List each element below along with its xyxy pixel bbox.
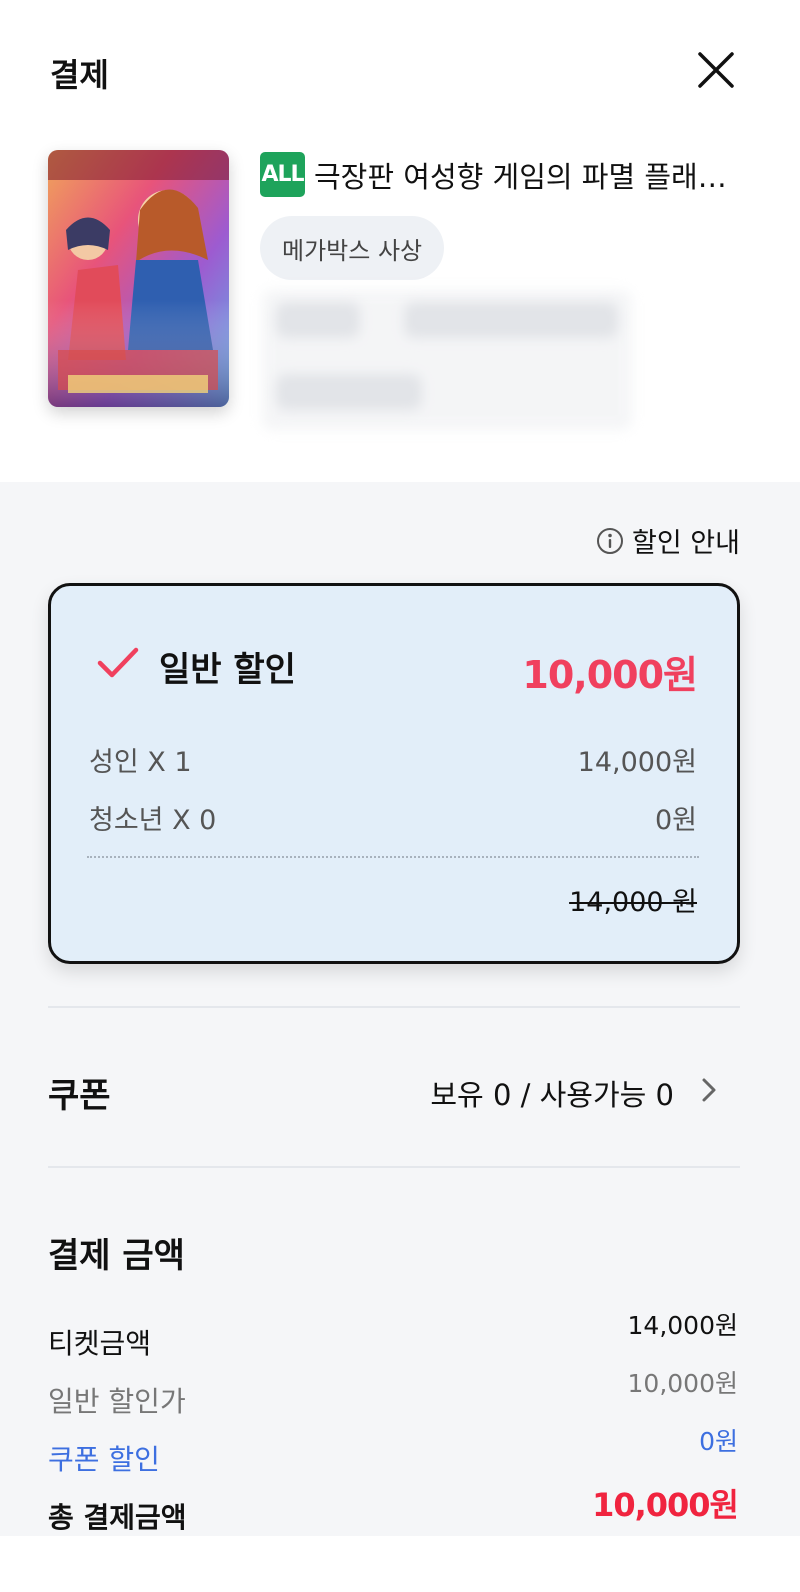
close-button[interactable] bbox=[694, 48, 738, 92]
discount-price: 10,000원 bbox=[522, 653, 698, 697]
discount-info-label: 할인 안내 bbox=[632, 528, 740, 559]
divider bbox=[48, 1006, 740, 1008]
card-divider bbox=[87, 856, 699, 858]
page-title: 결제 bbox=[50, 56, 109, 94]
coupon-discount-value: 0원 bbox=[699, 1427, 738, 1456]
youth-count-label: 청소년 X 0 bbox=[89, 805, 217, 836]
total-label: 총 결제금액 bbox=[48, 1501, 187, 1534]
coupon-discount-label: 쿠폰 할인 bbox=[48, 1443, 160, 1476]
payment-title: 결제 금액 bbox=[48, 1236, 185, 1276]
info-icon bbox=[597, 527, 623, 554]
discount-price-label: 일반 할인가 bbox=[48, 1385, 186, 1418]
youth-price: 0원 bbox=[654, 805, 697, 836]
discount-label: 일반 할인 bbox=[159, 650, 296, 690]
original-price: 14,000 원 bbox=[569, 887, 697, 918]
divider bbox=[48, 1166, 740, 1168]
movie-poster bbox=[48, 150, 229, 407]
chevron-right-icon bbox=[702, 1078, 716, 1102]
theater-chip: 메가박스 사상 bbox=[260, 216, 445, 280]
ticket-amount-label: 티켓금액 bbox=[48, 1327, 152, 1360]
discount-price-value: 10,000원 bbox=[627, 1369, 738, 1398]
check-icon bbox=[97, 647, 139, 678]
age-rating-badge: ALL bbox=[260, 152, 305, 197]
adult-count-label: 성인 X 1 bbox=[89, 747, 192, 778]
coupon-row[interactable]: 쿠폰 보유 0 / 사용가능 0 bbox=[48, 1050, 740, 1130]
ticket-amount-value: 14,000원 bbox=[627, 1311, 738, 1340]
coupon-title: 쿠폰 bbox=[48, 1076, 111, 1116]
discount-info-link[interactable]: 할인 안내 bbox=[596, 521, 740, 560]
bottom-strip bbox=[0, 1536, 800, 1592]
coupon-status: 보유 0 / 사용가능 0 bbox=[430, 1078, 674, 1112]
blurred-area bbox=[262, 290, 632, 430]
total-value: 10,000원 bbox=[592, 1486, 739, 1524]
close-icon bbox=[698, 52, 734, 88]
movie-title: 극장판 여성향 게임의 파멸 플래… bbox=[314, 160, 727, 194]
adult-price: 14,000원 bbox=[577, 747, 697, 778]
general-discount-card[interactable]: 일반 할인 10,000원 성인 X 1 14,000원 청소년 X 0 0원 … bbox=[48, 583, 740, 964]
